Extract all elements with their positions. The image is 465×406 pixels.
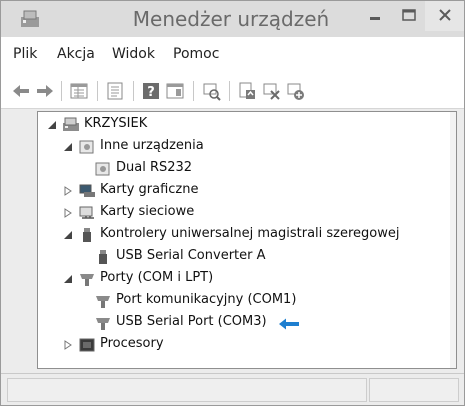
toolbar-separator xyxy=(193,81,194,101)
properties-panel-icon[interactable] xyxy=(165,81,185,101)
tree-scrollbar[interactable] xyxy=(450,112,456,368)
tree-device-label: USB Serial Port (COM3) xyxy=(116,314,267,329)
maximize-button[interactable] xyxy=(393,1,429,31)
expand-triangle-icon[interactable] xyxy=(63,186,73,196)
tree-root-row[interactable]: KRZYSIEK xyxy=(38,114,450,136)
port-icon xyxy=(80,274,94,286)
highlight-arrow-icon xyxy=(279,318,299,330)
tree-category-label: Kontrolery uniwersalnej magistrali szere… xyxy=(100,226,400,241)
display-adapter-icon xyxy=(79,184,95,197)
tree-device-row[interactable]: USB Serial Port (COM3) xyxy=(38,312,450,334)
tree-category-label: Karty graficzne xyxy=(100,182,199,197)
expand-triangle-icon[interactable] xyxy=(63,340,73,350)
toolbar-separator xyxy=(229,81,230,101)
tree-device-row[interactable]: Dual RS232 xyxy=(38,158,450,180)
close-icon xyxy=(439,9,451,21)
status-bar xyxy=(1,373,464,405)
disable-device-icon[interactable] xyxy=(261,81,281,101)
menu-action[interactable]: Akcja xyxy=(57,46,95,62)
tree-root-label: KRZYSIEK xyxy=(84,116,148,131)
toolbar-separator xyxy=(133,81,134,101)
maximize-icon xyxy=(402,9,416,21)
minimize-button[interactable] xyxy=(357,1,393,31)
tree-category-row[interactable]: Kontrolery uniwersalnej magistrali szere… xyxy=(38,224,450,246)
tree-category-row[interactable]: Karty graficzne xyxy=(38,180,450,202)
tree-device-row[interactable]: USB Serial Converter A xyxy=(38,246,450,268)
help-icon[interactable]: ? xyxy=(141,81,161,101)
port-icon xyxy=(96,296,110,308)
tree-category-label: Karty sieciowe xyxy=(100,204,195,219)
usb-icon xyxy=(83,228,91,242)
tree-category-row[interactable]: Procesory xyxy=(38,334,450,356)
uninstall-device-icon[interactable] xyxy=(285,81,305,101)
tree-device-row[interactable]: Port komunikacyjny (COM1) xyxy=(38,290,450,312)
toolbar: ? xyxy=(1,73,464,109)
toolbar-separator xyxy=(61,81,62,101)
device-tree[interactable]: KRZYSIEK Inne urządzenia Dual RS232 Kart… xyxy=(37,111,457,369)
usb-icon xyxy=(99,250,107,264)
tree-category-label: Inne urządzenia xyxy=(100,138,204,153)
tree-category-row[interactable]: Porty (COM i LPT) xyxy=(38,268,450,290)
close-button[interactable] xyxy=(425,1,464,31)
forward-arrow-icon[interactable] xyxy=(35,81,55,101)
scan-hardware-icon[interactable] xyxy=(201,81,221,101)
window-title: Menedżer urządzeń xyxy=(132,7,330,31)
device-manager-window: Menedżer urządzeń Plik Akcja Widok Pomoc xyxy=(0,0,465,406)
tree-device-label: Dual RS232 xyxy=(116,160,193,175)
unknown-device-icon xyxy=(79,140,94,154)
expand-triangle-icon[interactable] xyxy=(63,208,73,218)
svg-text:?: ? xyxy=(147,85,155,100)
collapse-triangle-icon[interactable] xyxy=(63,230,73,240)
tree-category-label: Porty (COM i LPT) xyxy=(100,270,214,285)
network-adapter-icon xyxy=(79,206,94,219)
menu-view[interactable]: Widok xyxy=(112,46,155,62)
device-manager-app-icon xyxy=(21,10,39,27)
menu-bar: Plik Akcja Widok Pomoc xyxy=(1,37,464,73)
title-bar[interactable]: Menedżer urządzeń xyxy=(1,1,464,37)
collapse-triangle-icon[interactable] xyxy=(63,274,73,284)
status-cell xyxy=(7,378,367,402)
properties-grid-icon[interactable] xyxy=(69,81,89,101)
menu-help[interactable]: Pomoc xyxy=(173,46,219,62)
collapse-triangle-icon[interactable] xyxy=(63,142,73,152)
computer-icon xyxy=(63,117,79,131)
tree-category-row[interactable]: Inne urządzenia xyxy=(38,136,450,158)
tree-device-label: Port komunikacyjny (COM1) xyxy=(116,292,297,307)
update-driver-icon[interactable] xyxy=(237,81,257,101)
document-icon[interactable] xyxy=(105,81,125,101)
status-cell xyxy=(369,378,459,402)
minimize-icon xyxy=(370,17,380,20)
tree-category-row[interactable]: Karty sieciowe xyxy=(38,202,450,224)
back-arrow-icon[interactable] xyxy=(11,81,31,101)
toolbar-separator xyxy=(97,81,98,101)
port-icon xyxy=(96,318,110,330)
tree-device-label: USB Serial Converter A xyxy=(116,248,266,263)
menu-file[interactable]: Plik xyxy=(13,46,37,62)
collapse-triangle-icon[interactable] xyxy=(47,120,57,130)
processor-icon xyxy=(79,338,95,352)
tree-category-label: Procesory xyxy=(100,336,164,351)
unknown-device-icon xyxy=(95,162,110,176)
